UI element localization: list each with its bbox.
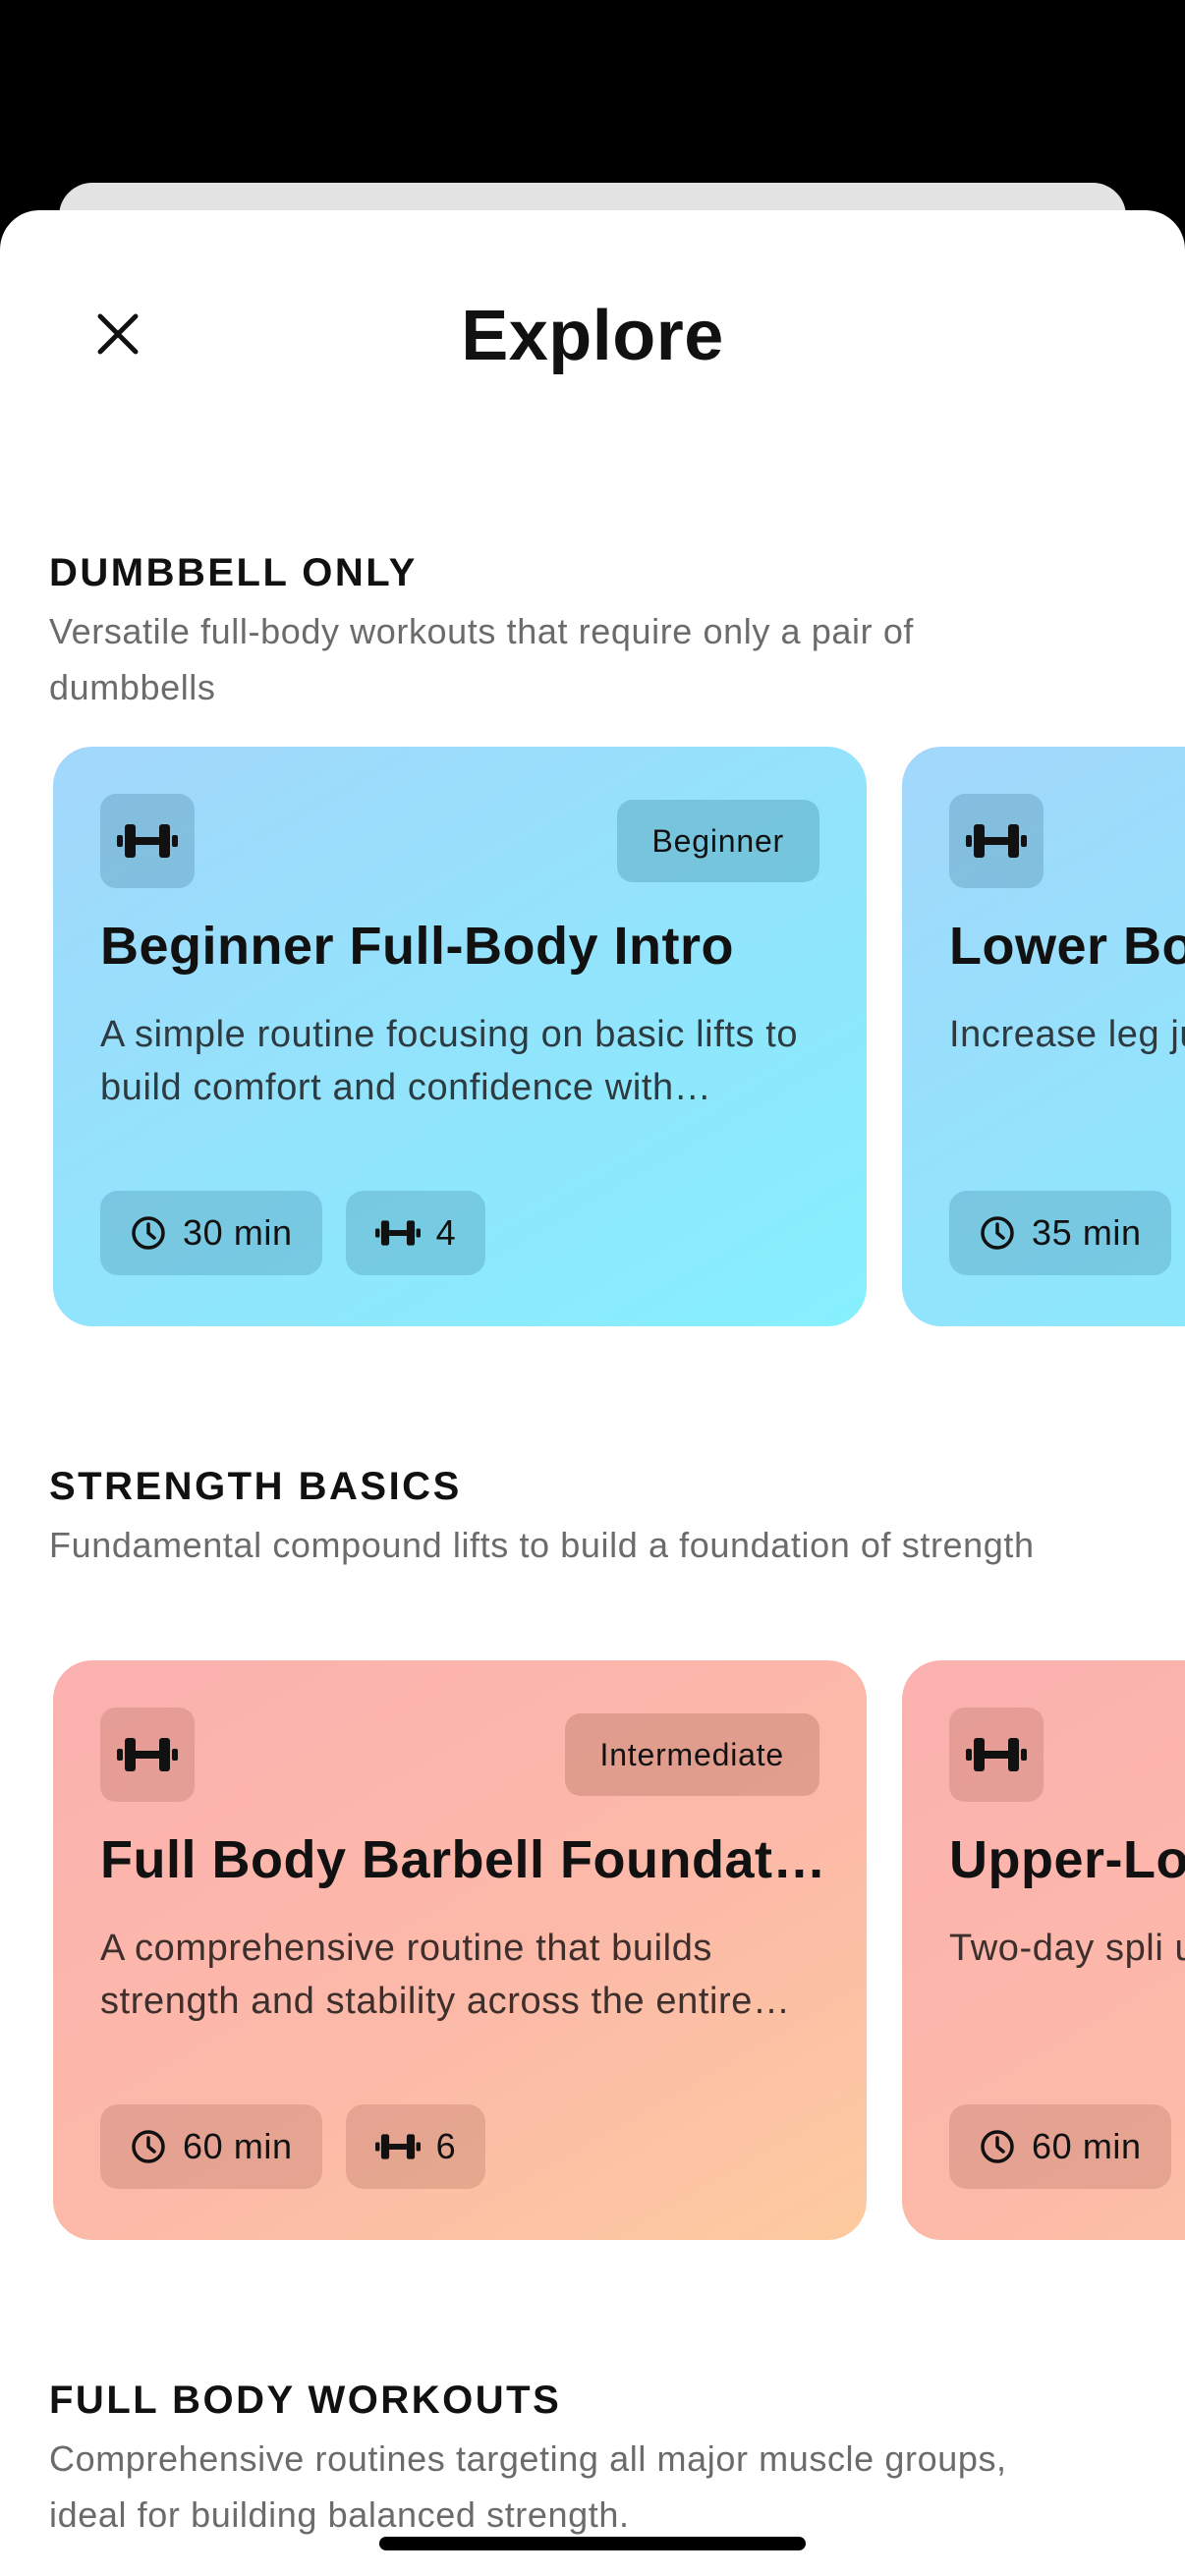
card-description: Increase leg just dumbbe [949, 1014, 1185, 1055]
clock-icon [132, 2130, 165, 2163]
section-description: Versatile full-body workouts that requir… [49, 611, 915, 707]
workout-card[interactable]: Upper-Lo Two-day spli upper and lo 60 mi… [902, 1660, 1185, 2240]
duration-label: 30 min [183, 1212, 293, 1253]
card-chips: 30 min 4 [100, 1191, 486, 1275]
home-indicator[interactable] [379, 2537, 806, 2550]
clock-icon [981, 1216, 1014, 1250]
card-title: Beginner Full-Body Intro [100, 917, 734, 976]
card-icon-container [949, 1708, 1044, 1802]
card-description: A comprehensive routine that builds stre… [100, 1928, 754, 2022]
app-screen: Explore DUMBBELL ONLY Versatile full-bod… [0, 0, 1185, 2576]
card-icon-container [100, 1708, 195, 1802]
dumbbell-icon [374, 2134, 421, 2159]
section-description: Fundamental compound lifts to build a fo… [49, 1525, 1035, 1565]
duration-chip: 60 min [100, 2104, 322, 2189]
card-chips: 60 min 6 [100, 2104, 486, 2189]
section-heading: STRENGTH BASICS [49, 1465, 462, 1508]
page-title: Explore [461, 297, 724, 375]
level-badge: Beginner [616, 800, 819, 882]
card-description: Two-day spli upper and lo [949, 1928, 1185, 1969]
section-heading: DUMBBELL ONLY [49, 551, 418, 594]
card-chips: 60 min [949, 2104, 1171, 2189]
card-title: Upper-Lo [949, 1830, 1185, 1889]
duration-label: 60 min [183, 2126, 293, 2166]
dumbbell-icon [117, 824, 178, 858]
clock-icon [132, 1216, 165, 1250]
workout-card[interactable]: Intermediate Full Body Barbell Foundatio… [53, 1660, 867, 2240]
duration-chip: 60 min [949, 2104, 1171, 2189]
card-chips: 35 min [949, 1191, 1171, 1275]
duration-chip: 30 min [100, 1191, 322, 1275]
card-icon-container [949, 794, 1044, 888]
section-heading: FULL BODY WORKOUTS [49, 2379, 562, 2422]
card-title: Lower Bo [949, 917, 1185, 976]
exercise-count-chip: 6 [345, 2104, 486, 2189]
card-description: A simple routine focusing on basic lifts… [100, 1014, 799, 1108]
workout-card[interactable]: Beginner Beginner Full-Body Intro A simp… [53, 747, 867, 1326]
exercise-count-label: 4 [435, 1212, 457, 1253]
level-badge: Intermediate [564, 1713, 819, 1796]
clock-icon [981, 2130, 1014, 2163]
dumbbell-icon [966, 824, 1027, 858]
explore-sheet: Explore DUMBBELL ONLY Versatile full-bod… [0, 210, 1185, 2576]
workout-card[interactable]: Lower Bo Increase leg just dumbbe 35 min [902, 747, 1185, 1326]
dumbbell-icon [117, 1738, 178, 1771]
exercise-count-label: 6 [435, 2126, 457, 2166]
duration-chip: 35 min [949, 1191, 1171, 1275]
card-title: Full Body Barbell Foundation [100, 1830, 827, 1889]
dumbbell-icon [374, 1220, 421, 1246]
dumbbell-icon [966, 1738, 1027, 1771]
duration-label: 60 min [1032, 2126, 1142, 2166]
card-icon-container [100, 794, 195, 888]
section-description: Comprehensive routines targeting all maj… [49, 2438, 1007, 2535]
duration-label: 35 min [1032, 1212, 1142, 1253]
exercise-count-chip: 4 [345, 1191, 486, 1275]
